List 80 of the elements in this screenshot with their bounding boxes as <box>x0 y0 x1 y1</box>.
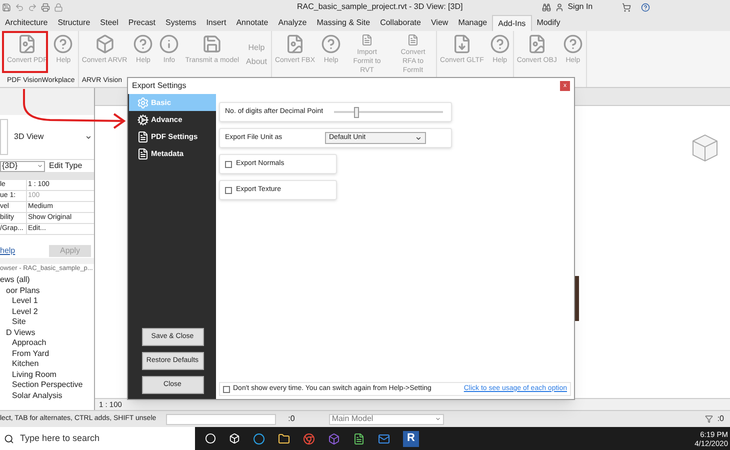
slider-thumb[interactable] <box>354 106 360 118</box>
start-circle-icon[interactable] <box>205 433 216 444</box>
ribbon-tab[interactable]: Architecture <box>0 15 53 31</box>
help-icon <box>133 34 154 54</box>
tree-item[interactable]: Approach <box>12 339 46 348</box>
checkbox[interactable] <box>225 186 232 194</box>
file-icon <box>284 34 305 54</box>
ribbon-tab[interactable]: Modify <box>532 15 566 31</box>
help-link[interactable]: help <box>0 245 16 257</box>
cube-icon <box>94 34 115 54</box>
task-view-icon[interactable] <box>229 433 240 444</box>
chrome-icon[interactable] <box>303 432 315 444</box>
search-icon <box>4 434 14 444</box>
folder-icon[interactable] <box>278 432 290 444</box>
help-icon <box>321 34 342 54</box>
tree-item[interactable]: Section Perspective <box>12 381 83 390</box>
help-icon <box>490 34 510 54</box>
binoculars-icon[interactable] <box>542 2 551 12</box>
ribbon-tab[interactable]: Massing & Site <box>312 15 376 31</box>
search-field[interactable]: Type here to search <box>0 427 195 450</box>
caret-icon <box>37 163 43 169</box>
tree-item[interactable]: Site <box>12 318 26 326</box>
checkbox[interactable] <box>223 386 230 392</box>
save-icon[interactable] <box>2 2 11 12</box>
document-icon <box>137 148 149 160</box>
filter-icon[interactable] <box>705 415 714 423</box>
gear-icon <box>137 96 149 108</box>
tree-item[interactable]: D Views <box>6 328 36 337</box>
app-icon[interactable] <box>328 432 340 444</box>
tree-item[interactable]: oor Plans <box>6 286 40 295</box>
ribbon-tab[interactable]: Precast <box>123 15 161 31</box>
notepad-icon[interactable] <box>353 432 365 444</box>
file-icon <box>452 34 472 54</box>
ribbon-tab[interactable]: Add-Ins <box>492 15 532 31</box>
ribbon-tab[interactable]: Manage <box>453 15 492 31</box>
tree-item[interactable]: Level 1 <box>12 297 38 306</box>
type-name[interactable]: 3D View <box>14 131 79 143</box>
ribbon-tab[interactable]: Analyze <box>273 15 312 31</box>
cart-icon[interactable] <box>622 2 631 12</box>
ribbon-tab[interactable]: Steel <box>95 15 124 31</box>
tree-item[interactable]: Kitchen <box>12 360 39 368</box>
tree-item[interactable]: Level 2 <box>12 308 38 316</box>
gears-icon <box>137 114 149 126</box>
caret-icon <box>434 416 441 422</box>
ribbon-tab[interactable]: Collaborate <box>375 15 426 31</box>
highlight-frame <box>2 31 48 73</box>
ribbon-tab[interactable]: Structure <box>52 15 96 31</box>
help-icon[interactable] <box>640 2 650 12</box>
ribbon-tab[interactable]: Systems <box>160 15 202 31</box>
print-icon[interactable] <box>41 2 50 12</box>
instance-dropdown[interactable]: {3D} <box>0 160 45 172</box>
mail-icon[interactable] <box>378 432 390 444</box>
info-icon <box>159 34 180 54</box>
pdf-icon <box>137 130 149 142</box>
tree-item[interactable]: Living Room <box>12 370 56 379</box>
tree-item[interactable]: Solar Analysis <box>12 392 62 400</box>
sign-in-link[interactable]: Sign In <box>568 1 593 13</box>
caret-icon <box>415 134 422 142</box>
tree-item[interactable]: From Yard <box>12 350 50 358</box>
file-icon <box>17 34 38 54</box>
model-dropdown[interactable]: Main Model <box>328 414 444 424</box>
workset-field[interactable] <box>166 414 276 424</box>
tree-item[interactable]: ews (all) <box>0 276 30 284</box>
help-icon <box>53 34 74 54</box>
help-icon <box>562 34 583 54</box>
ribbon-tab[interactable]: Insert <box>201 15 232 31</box>
count-text: :0 <box>288 413 295 425</box>
filter-count: :0 <box>717 413 724 425</box>
dialog-title: Export Settings <box>132 80 186 92</box>
caret-icon[interactable] <box>85 134 92 140</box>
user-icon[interactable] <box>554 2 564 12</box>
slider[interactable] <box>331 106 446 118</box>
file-icon <box>526 34 547 54</box>
edit-type-button[interactable]: Edit Type <box>47 160 84 172</box>
revit-taskbar-button[interactable]: R <box>403 430 419 446</box>
checkbox[interactable] <box>225 160 232 168</box>
save-icon <box>202 34 222 54</box>
window-title: RAC_basic_sample_project.rvt - 3D View: [3D] <box>297 1 463 13</box>
ribbon-tab[interactable]: View <box>426 15 454 31</box>
ribbon-tab[interactable]: Annotate <box>231 15 274 31</box>
